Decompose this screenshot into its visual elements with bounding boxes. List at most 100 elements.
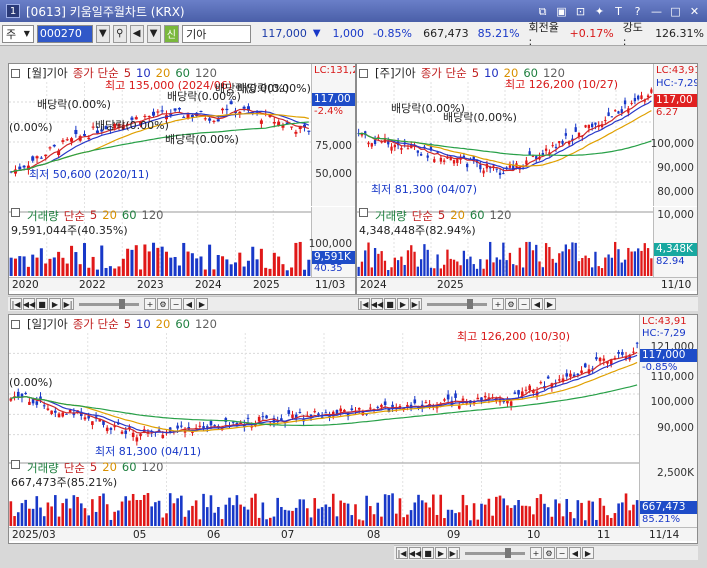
candle-body [120, 431, 124, 434]
maximize-icon[interactable]: □ [669, 5, 682, 18]
vma120-label: 120 [141, 208, 164, 222]
weekly-scrollbar[interactable]: |◀ ◀◀ ■ ▶ ▶| + ⚙ − ◀ ▶ [356, 296, 698, 311]
settings-icon[interactable]: ⚙ [157, 298, 169, 310]
scroll-left-icon[interactable]: ◀ [531, 298, 543, 310]
volume-bar [199, 256, 203, 276]
turnover-value: +0.17% [569, 27, 614, 40]
market-select[interactable]: 주 ▼ [2, 24, 34, 43]
zoom-slider[interactable] [465, 547, 525, 558]
axis-tick: 90,000 [657, 422, 694, 434]
candle-body [152, 111, 156, 116]
pin-icon[interactable]: ✦ [593, 5, 606, 18]
volume-bar [191, 505, 194, 526]
panel-checkbox[interactable] [11, 208, 20, 217]
scroll-right-icon[interactable]: ▶ [544, 298, 556, 310]
volume-bar [328, 506, 331, 526]
candle-body [50, 410, 53, 414]
first-icon[interactable]: |◀ [358, 298, 370, 310]
time-tick: 2022 [79, 279, 106, 291]
volume-bar [276, 497, 279, 526]
stop-icon[interactable]: ■ [36, 298, 48, 310]
tile-icon[interactable]: ▣ [555, 5, 568, 18]
volume-bar [531, 250, 535, 276]
volume-bar [571, 242, 574, 276]
dividend-marker: (0.00%) [9, 121, 53, 134]
volume-bar [186, 251, 190, 276]
last-icon[interactable]: ▶| [410, 298, 422, 310]
panel-checkbox[interactable] [11, 460, 20, 469]
sound-button[interactable]: ◀ [129, 24, 144, 43]
help-icon[interactable]: ? [631, 5, 644, 18]
zoom-out-icon[interactable]: − [518, 298, 530, 310]
code-dropdown-button[interactable]: ▼ [95, 24, 110, 43]
volume-bar [565, 498, 569, 526]
monthly-scrollbar[interactable]: |◀ ◀◀ ■ ▶ ▶| + ⚙ − ◀ ▶ [8, 296, 356, 311]
prev-icon[interactable]: ◀◀ [23, 298, 35, 310]
volume-bar [621, 502, 624, 526]
candle-body [272, 121, 276, 124]
candle-body [377, 136, 380, 138]
volume-bar [24, 499, 27, 526]
zoom-in-icon[interactable]: + [492, 298, 504, 310]
daily-scrollbar[interactable]: |◀ ◀◀ ■ ▶ ▶| + ⚙ − ◀ ▶ [394, 545, 698, 560]
next-icon[interactable]: ▶ [49, 298, 61, 310]
first-icon[interactable]: |◀ [396, 547, 408, 559]
text-icon[interactable]: T [612, 5, 625, 18]
volume-bar [457, 512, 461, 526]
time-tick: 08 [367, 529, 381, 541]
zoom-in-icon[interactable]: + [530, 547, 542, 559]
panel-checkbox[interactable] [11, 68, 20, 78]
last-icon[interactable]: ▶| [448, 547, 460, 559]
candle-body [52, 144, 56, 147]
axis-tick: 100,000 [650, 138, 694, 150]
settings-icon[interactable]: ⚙ [505, 298, 517, 310]
candle-body [630, 102, 633, 104]
chevron-down-icon: ▼ [23, 29, 30, 38]
next-icon[interactable]: ▶ [435, 547, 447, 559]
volume-bar [91, 256, 95, 276]
volume-bar [479, 259, 482, 276]
sound-dropdown-button[interactable]: ▼ [146, 24, 161, 43]
last-icon[interactable]: ▶| [62, 298, 74, 310]
volume-bar [251, 246, 255, 276]
candle-body [617, 352, 620, 354]
sin-button[interactable]: 신 [163, 24, 180, 43]
search-button[interactable]: ⚲ [112, 24, 127, 43]
candle-body [380, 404, 383, 408]
volume-bar [410, 245, 413, 276]
zoom-out-icon[interactable]: − [170, 298, 182, 310]
volume-bar [439, 494, 443, 526]
next-icon[interactable]: ▶ [397, 298, 409, 310]
candle-body [182, 116, 186, 118]
scroll-left-icon[interactable]: ◀ [569, 547, 581, 559]
settings-icon[interactable]: ⚙ [543, 547, 555, 559]
candle-body [357, 407, 361, 410]
time-tick: 07 [281, 529, 295, 541]
stock-code-input[interactable] [36, 24, 93, 43]
close-icon[interactable]: ✕ [688, 5, 701, 18]
volume-bar [213, 512, 216, 526]
layout-icon[interactable]: ⧉ [536, 5, 549, 18]
prev-icon[interactable]: ◀◀ [409, 547, 421, 559]
restore-icon[interactable]: ⊡ [574, 5, 587, 18]
first-icon[interactable]: |◀ [10, 298, 22, 310]
turnover-label: 회전율 : [528, 21, 559, 48]
zoom-in-icon[interactable]: + [144, 298, 156, 310]
stop-icon[interactable]: ■ [422, 547, 434, 559]
minimize-icon[interactable]: — [650, 5, 663, 18]
panel-checkbox[interactable] [359, 68, 368, 78]
volume-bar [277, 256, 281, 276]
ma10-label: 10 [484, 66, 499, 80]
zoom-out-icon[interactable]: − [556, 547, 568, 559]
scroll-right-icon[interactable]: ▶ [582, 547, 594, 559]
panel-checkbox[interactable] [359, 208, 368, 217]
zoom-slider[interactable] [427, 298, 487, 309]
scroll-right-icon[interactable]: ▶ [196, 298, 208, 310]
zoom-slider[interactable] [79, 298, 139, 309]
scroll-left-icon[interactable]: ◀ [183, 298, 195, 310]
stop-icon[interactable]: ■ [384, 298, 396, 310]
panel-checkbox[interactable] [11, 319, 20, 329]
candle-body [558, 379, 561, 381]
volume-bar [154, 502, 157, 526]
prev-icon[interactable]: ◀◀ [371, 298, 383, 310]
